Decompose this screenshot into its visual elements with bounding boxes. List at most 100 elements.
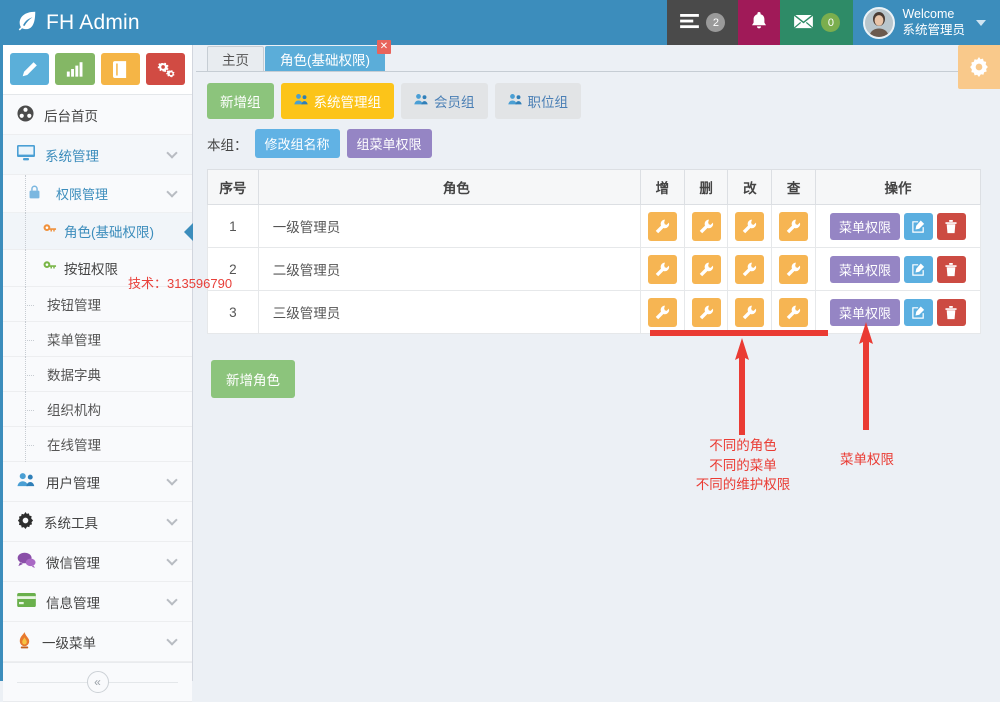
leaf-icon [16, 9, 38, 37]
wrench-icon[interactable] [735, 255, 764, 284]
cell-op-add [640, 248, 684, 291]
tree-dash [25, 340, 34, 341]
tab-label: 主页 [222, 49, 249, 69]
this-group-row: 本组： 修改组名称 组菜单权限 [207, 129, 992, 158]
sidebar-item-permission-management[interactable]: 权限管理 [3, 175, 192, 213]
chevron-down-icon [976, 20, 986, 26]
table-header-row: 序号 角色 增 删 改 查 操作 [208, 170, 981, 205]
group-menu-permission-button[interactable]: 组菜单权限 [347, 129, 432, 158]
users-icon [17, 472, 36, 491]
cell-actions: 菜单权限 [815, 205, 980, 248]
chevron-down-icon [166, 514, 177, 525]
gears-icon[interactable] [146, 53, 185, 85]
messages-button[interactable]: 0 [780, 0, 853, 45]
credit-card-icon [17, 593, 36, 610]
sidebar-item-label: 系统管理 [45, 145, 158, 165]
group-tab-system-admin[interactable]: 系统管理组 [281, 83, 395, 119]
avatar [863, 7, 895, 39]
wrench-icon[interactable] [735, 212, 764, 241]
brand-logo[interactable]: FH Admin [0, 0, 193, 45]
tech-contact-note: 技术：313596790 [128, 273, 232, 292]
menu-permission-button[interactable]: 菜单权限 [830, 256, 900, 283]
column-header-index: 序号 [208, 170, 259, 205]
sidebar-item-info-management[interactable]: 信息管理 [3, 582, 192, 622]
double-chevron-left-icon[interactable]: « [87, 671, 109, 693]
wrench-icon[interactable] [779, 255, 808, 284]
comments-icon [17, 552, 36, 571]
cell-role-name: 三级管理员 [258, 291, 640, 334]
close-icon[interactable]: ✕ [377, 40, 391, 54]
tab-home[interactable]: 主页 [207, 46, 264, 71]
edit-icon[interactable] [904, 213, 933, 240]
tab-role-basic-permission[interactable]: 角色(基础权限) ✕ [265, 46, 385, 71]
sidebar-item-dashboard[interactable]: 后台首页 [3, 95, 192, 135]
wrench-icon[interactable] [779, 298, 808, 327]
edit-icon[interactable] [904, 256, 933, 283]
sidebar-item-system-tools[interactable]: 系统工具 [3, 502, 192, 542]
wrench-icon[interactable] [735, 298, 764, 327]
fire-icon [17, 632, 32, 652]
menu-permission-button[interactable]: 菜单权限 [830, 299, 900, 326]
sidebar-item-role-basic-permission[interactable]: 角色(基础权限) [3, 213, 192, 250]
wrench-icon[interactable] [648, 212, 677, 241]
sidebar-item-button-management[interactable]: 按钮管理 [3, 287, 192, 322]
sidebar-item-label: 一级菜单 [42, 632, 158, 652]
wrench-icon[interactable] [692, 255, 721, 284]
lock-icon [29, 185, 40, 202]
group-tab-position[interactable]: 职位组 [495, 83, 582, 119]
tree-dash [25, 305, 34, 306]
column-header-role: 角色 [258, 170, 640, 205]
desktop-icon [17, 145, 35, 164]
cell-op-edit [728, 205, 772, 248]
rename-group-button[interactable]: 修改组名称 [255, 129, 340, 158]
pencil-icon[interactable] [10, 53, 49, 85]
sidebar-item-label: 系统工具 [44, 512, 158, 532]
tasks-menu-button[interactable]: 2 [667, 0, 738, 45]
cell-op-delete [684, 205, 728, 248]
cell-op-add [640, 205, 684, 248]
sidebar-item-wechat-management[interactable]: 微信管理 [3, 542, 192, 582]
role-panel: 新增组 系统管理组 [196, 72, 1000, 398]
tree-line [25, 250, 26, 287]
book-icon[interactable] [101, 53, 140, 85]
wrench-icon[interactable] [648, 255, 677, 284]
wrench-icon[interactable] [692, 212, 721, 241]
cell-index: 1 [208, 205, 259, 248]
wrench-icon[interactable] [648, 298, 677, 327]
edit-icon[interactable] [904, 299, 933, 326]
button-label: 会员组 [434, 91, 475, 111]
sidebar-item-online-management[interactable]: 在线管理 [3, 427, 192, 462]
sidebar-item-organization[interactable]: 组织机构 [3, 392, 192, 427]
trash-icon[interactable] [937, 213, 966, 240]
users-icon [414, 93, 429, 109]
cell-op-query [772, 291, 816, 334]
sidebar-item-system-management[interactable]: 系统管理 [3, 135, 192, 175]
sidebar-item-data-dictionary[interactable]: 数据字典 [3, 357, 192, 392]
notifications-button[interactable] [738, 0, 780, 45]
chevron-down-icon [166, 554, 177, 565]
tree-dash [25, 445, 34, 446]
trash-icon[interactable] [937, 256, 966, 283]
dashboard-icon [17, 105, 34, 125]
column-header-action: 操作 [815, 170, 980, 205]
tab-bar: 主页 角色(基础权限) ✕ [196, 45, 1000, 72]
wrench-icon[interactable] [779, 212, 808, 241]
menu-permission-button[interactable]: 菜单权限 [830, 213, 900, 240]
group-tab-member[interactable]: 会员组 [401, 83, 488, 119]
mail-badge: 0 [821, 13, 840, 32]
wrench-icon[interactable] [692, 298, 721, 327]
sidebar-item-menu-management[interactable]: 菜单管理 [3, 322, 192, 357]
user-menu-button[interactable]: Welcome 系统管理员 [853, 0, 1000, 45]
bar-chart-icon[interactable] [55, 53, 94, 85]
sidebar-menu: 后台首页 系统管理 [3, 95, 192, 662]
active-indicator-arrow [184, 223, 193, 241]
add-role-button[interactable]: 新增角色 [211, 360, 295, 398]
sidebar-item-first-level-menu[interactable]: 一级菜单 [3, 622, 192, 662]
column-header-delete: 删 [684, 170, 728, 205]
table-body: 1一级管理员菜单权限2二级管理员菜单权限3三级管理员菜单权限 [208, 205, 981, 334]
add-group-button[interactable]: 新增组 [207, 83, 274, 119]
sidebar-item-user-management[interactable]: 用户管理 [3, 462, 192, 502]
sidebar-item-label: 按钮管理 [47, 294, 180, 314]
trash-icon[interactable] [937, 299, 966, 326]
sidebar-item-label: 信息管理 [46, 592, 158, 612]
